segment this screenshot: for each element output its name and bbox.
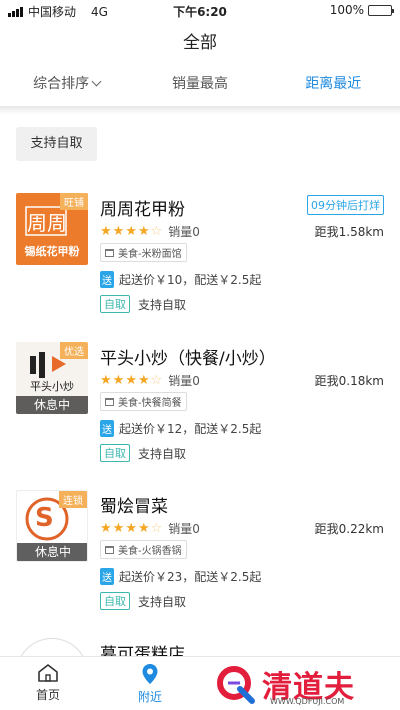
pickup-badge: 自取 (100, 444, 130, 462)
delivery-badge: 送 (100, 271, 114, 288)
pickup-badge: 自取 (100, 592, 130, 610)
star-icon: ★ (125, 373, 137, 388)
battery-icon (368, 4, 394, 16)
delivery-badge: 送 (100, 568, 114, 585)
pickup-badge: 自取 (100, 295, 130, 313)
delivery-info: 送 起送价￥12，配送￥2.5起 (100, 420, 261, 437)
pickup-text: 支持自取 (138, 594, 187, 609)
store-name: 蜀烩冒菜 (100, 497, 168, 517)
star-icon: ★ (137, 224, 150, 239)
sales-count: 销量0 (168, 522, 200, 536)
resting-overlay: 休息中 (17, 543, 87, 561)
tab-sort-default[interactable]: 综合排序 (0, 66, 133, 106)
closing-soon-tag: 09分钟后打烊 (307, 195, 384, 215)
store-card[interactable]: 周周 锡纸花甲粉 旺铺 周周花甲粉 09分钟后打烊 ★ ★ ★ ★ ☆ 销量0 距我1.… (0, 193, 400, 343)
delivery-info: 送 起送价￥10，配送￥2.5起 (100, 271, 261, 288)
chevron-down-icon (91, 76, 102, 87)
star-outline-icon: ☆ (150, 224, 163, 239)
store-logo-text: S (35, 503, 54, 533)
star-icon: ★ (125, 224, 137, 239)
category-tag: 美食-快餐简餐 (100, 392, 187, 411)
category-tag: 美食-米粉面馆 (100, 243, 187, 262)
delivery-info: 送 起送价￥23，配送￥2.5起 (100, 568, 261, 585)
nav-home-label: 首页 (35, 688, 60, 702)
store-rating: ★ ★ ★ ★ ☆ 销量0 (100, 372, 200, 389)
store-name: 周周花甲粉 (100, 200, 185, 220)
star-icon: ★ (112, 373, 125, 388)
store-icon (105, 248, 114, 257)
distance: 距我0.18km (314, 374, 384, 388)
sales-count: 销量0 (168, 225, 200, 239)
store-logo-text: 平头小炒 (30, 380, 74, 393)
nav-nearby[interactable]: 附近 (120, 663, 180, 705)
pickup-info: 自取 支持自取 (100, 295, 186, 313)
battery-percent: 100% (329, 3, 364, 17)
category-label: 美食-米粉面馆 (118, 249, 182, 260)
store-icon (105, 545, 114, 554)
home-icon (38, 664, 58, 682)
pickup-text: 支持自取 (138, 446, 187, 461)
store-card[interactable]: S 连锁 休息中 蜀烩冒菜 ★ ★ ★ ★ ☆ 销量0 距我0.22km 美食-火锅香锅… (0, 490, 400, 640)
store-logo-text: 周周 (27, 211, 67, 235)
pickup-info: 自取 支持自取 (100, 444, 186, 462)
store-card[interactable]: 慕可蛋糕店 (0, 638, 400, 656)
store-icon (105, 397, 114, 406)
star-outline-icon: ☆ (150, 373, 163, 388)
watermark-url: WWW.QDFUJI.COM (270, 697, 345, 706)
store-card[interactable]: 平头小炒 优选 休息中 平头小炒（快餐/小炒） ★ ★ ★ ★ ☆ 销量0 距我0.18… (0, 342, 400, 492)
corner-tag: 优选 (60, 342, 88, 359)
tab-sort-default-label: 综合排序 (33, 76, 90, 92)
star-icon: ★ (100, 224, 112, 239)
store-rating: ★ ★ ★ ★ ☆ 销量0 (100, 520, 200, 537)
page-title: 全部 (183, 33, 217, 53)
delivery-badge: 送 (100, 420, 114, 437)
distance: 距我1.58km (314, 225, 384, 239)
store-logo (16, 638, 88, 656)
watermark-logo-icon (217, 666, 255, 704)
star-icon: ★ (100, 521, 112, 536)
location-pin-icon (142, 664, 158, 684)
tab-sort-sales-label: 销量最高 (171, 76, 228, 92)
status-bar: 中国移动 4G 下午6:20 100% (0, 0, 400, 20)
star-icon: ★ (125, 521, 137, 536)
tab-sort-sales[interactable]: 销量最高 (133, 66, 266, 106)
filter-pickup-chip[interactable]: 支持自取 (16, 127, 97, 161)
store-name: 慕可蛋糕店 (100, 645, 185, 656)
nav-home[interactable]: 首页 (18, 663, 78, 703)
delivery-text: 起送价￥10，配送￥2.5起 (119, 273, 262, 287)
tab-sort-distance-label: 距离最近 (305, 76, 362, 92)
nav-nearby-label: 附近 (137, 690, 162, 704)
tab-sort-distance[interactable]: 距离最近 (267, 66, 400, 106)
store-logo: S 连锁 休息中 (16, 490, 88, 562)
delivery-text: 起送价￥12，配送￥2.5起 (119, 422, 262, 436)
resting-overlay: 休息中 (16, 396, 88, 414)
star-icon: ★ (112, 521, 125, 536)
distance: 距我0.22km (314, 522, 384, 536)
star-icon: ★ (112, 224, 125, 239)
delivery-text: 起送价￥23，配送￥2.5起 (119, 570, 262, 584)
pickup-text: 支持自取 (138, 297, 187, 312)
star-icon: ★ (100, 373, 112, 388)
category-label: 美食-快餐简餐 (118, 398, 182, 409)
watermark: 清道夫 WWW.QDFUJI.COM (214, 662, 386, 708)
corner-tag: 连锁 (59, 491, 87, 508)
store-logo-subtext: 锡纸花甲粉 (24, 245, 80, 258)
star-icon: ★ (137, 373, 150, 388)
pickup-info: 自取 支持自取 (100, 592, 186, 610)
store-logo: 周周 锡纸花甲粉 旺铺 (16, 193, 88, 265)
sort-tabs: 综合排序 销量最高 距离最近 (0, 66, 400, 106)
category-tag: 美食-火锅香锅 (100, 540, 187, 559)
sales-count: 销量0 (168, 374, 200, 388)
store-name: 平头小炒（快餐/小炒） (100, 349, 276, 369)
star-icon: ★ (137, 521, 150, 536)
store-rating: ★ ★ ★ ★ ☆ 销量0 (100, 223, 200, 240)
tabs-divider (0, 106, 400, 114)
store-logo: 平头小炒 优选 休息中 (16, 342, 88, 414)
star-outline-icon: ☆ (150, 521, 163, 536)
category-label: 美食-火锅香锅 (118, 546, 182, 557)
corner-tag: 旺铺 (60, 193, 88, 210)
